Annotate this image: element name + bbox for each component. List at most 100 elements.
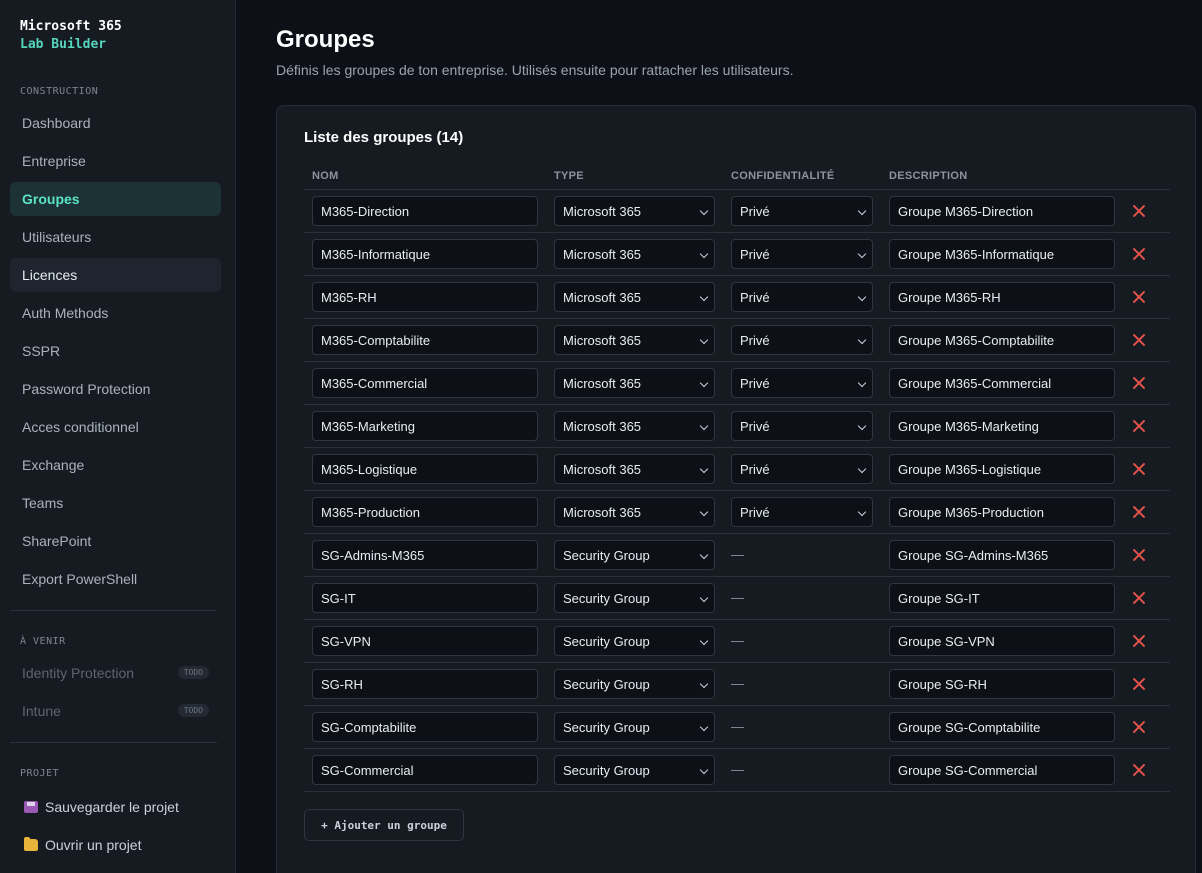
group-name-input[interactable]: SG-RH: [312, 669, 538, 699]
group-description-input[interactable]: Groupe SG-RH: [889, 669, 1115, 699]
group-type-select[interactable]: Security Group: [554, 540, 715, 570]
group-description-input[interactable]: Groupe M365-Marketing: [889, 411, 1115, 441]
group-privacy-value: Privé: [740, 246, 770, 262]
group-name-input[interactable]: M365-Comptabilite: [312, 325, 538, 355]
group-name-input[interactable]: M365-Informatique: [312, 239, 538, 269]
group-type-select[interactable]: Microsoft 365: [554, 368, 715, 398]
delete-group-icon[interactable]: [1131, 461, 1147, 477]
group-name-input[interactable]: SG-IT: [312, 583, 538, 613]
group-name-input[interactable]: M365-Direction: [312, 196, 538, 226]
sidebar-item-dashboard[interactable]: Dashboard: [10, 106, 221, 140]
group-type-select[interactable]: Microsoft 365: [554, 497, 715, 527]
group-type-select[interactable]: Microsoft 365: [554, 325, 715, 355]
group-privacy-select[interactable]: Privé: [731, 239, 873, 269]
save-project-label: Sauvegarder le projet: [45, 799, 179, 815]
column-header-privacy: CONFIDENTIALITÉ: [731, 170, 835, 182]
chevron-down-icon: [699, 550, 709, 560]
sidebar-item-utilisateurs[interactable]: Utilisateurs: [10, 220, 221, 254]
page-subtitle: Définis les groupes de ton entreprise. U…: [276, 62, 794, 78]
delete-group-icon[interactable]: [1131, 418, 1147, 434]
group-privacy-select[interactable]: Privé: [731, 325, 873, 355]
group-description-value: Groupe M365-RH: [898, 289, 1001, 305]
save-project-button[interactable]: Sauvegarder le projet: [10, 788, 221, 826]
group-name-input[interactable]: M365-Marketing: [312, 411, 538, 441]
sidebar-item-auth-methods[interactable]: Auth Methods: [10, 296, 221, 330]
group-name-input[interactable]: M365-Logistique: [312, 454, 538, 484]
group-privacy-select[interactable]: Privé: [731, 411, 873, 441]
group-type-value: Security Group: [563, 590, 650, 606]
delete-group-icon[interactable]: [1131, 676, 1147, 692]
group-description-input[interactable]: Groupe SG-Commercial: [889, 755, 1115, 785]
group-name-input[interactable]: M365-RH: [312, 282, 538, 312]
delete-group-icon[interactable]: [1131, 590, 1147, 606]
group-description-input[interactable]: Groupe SG-Admins-M365: [889, 540, 1115, 570]
group-type-select[interactable]: Microsoft 365: [554, 282, 715, 312]
group-description-input[interactable]: Groupe SG-Comptabilite: [889, 712, 1115, 742]
sidebar-item-teams[interactable]: Teams: [10, 486, 221, 520]
group-name-input[interactable]: SG-VPN: [312, 626, 538, 656]
chevron-down-icon: [857, 249, 867, 259]
group-description-input[interactable]: Groupe M365-Logistique: [889, 454, 1115, 484]
group-type-select[interactable]: Microsoft 365: [554, 411, 715, 441]
group-name-input[interactable]: SG-Admins-M365: [312, 540, 538, 570]
delete-group-icon[interactable]: [1131, 719, 1147, 735]
delete-group-icon[interactable]: [1131, 375, 1147, 391]
delete-group-icon[interactable]: [1131, 504, 1147, 520]
group-type-select[interactable]: Microsoft 365: [554, 239, 715, 269]
group-name-input[interactable]: SG-Comptabilite: [312, 712, 538, 742]
sidebar-item-groupes[interactable]: Groupes: [10, 182, 221, 216]
sidebar-item-label: Identity Protection: [22, 665, 135, 681]
group-name-input[interactable]: M365-Production: [312, 497, 538, 527]
add-group-button[interactable]: + Ajouter un groupe: [304, 809, 464, 841]
sidebar-item-password-protection[interactable]: Password Protection: [10, 372, 221, 406]
delete-group-icon[interactable]: [1131, 633, 1147, 649]
group-type-select[interactable]: Security Group: [554, 755, 715, 785]
group-type-select[interactable]: Security Group: [554, 626, 715, 656]
group-type-select[interactable]: Security Group: [554, 669, 715, 699]
delete-group-icon[interactable]: [1131, 332, 1147, 348]
group-description-input[interactable]: Groupe M365-RH: [889, 282, 1115, 312]
group-description-input[interactable]: Groupe M365-Comptabilite: [889, 325, 1115, 355]
group-name-input[interactable]: M365-Commercial: [312, 368, 538, 398]
group-type-value: Microsoft 365: [563, 418, 642, 434]
group-description-input[interactable]: Groupe SG-IT: [889, 583, 1115, 613]
group-privacy-select[interactable]: Privé: [731, 282, 873, 312]
delete-group-icon[interactable]: [1131, 203, 1147, 219]
group-privacy-select[interactable]: Privé: [731, 497, 873, 527]
group-description-value: Groupe M365-Marketing: [898, 418, 1039, 434]
open-project-button[interactable]: Ouvrir un projet: [10, 826, 221, 864]
group-description-input[interactable]: Groupe SG-VPN: [889, 626, 1115, 656]
open-project-label: Ouvrir un projet: [45, 837, 142, 853]
table-row: M365-Marketing Microsoft 365 Privé Groupe M…: [304, 405, 1170, 448]
group-privacy-select[interactable]: Privé: [731, 368, 873, 398]
sidebar-item-acces-conditionnel[interactable]: Acces conditionnel: [10, 410, 221, 444]
group-name-value: SG-IT: [321, 590, 356, 606]
group-privacy-select[interactable]: Privé: [731, 454, 873, 484]
group-description-input[interactable]: Groupe M365-Production: [889, 497, 1115, 527]
sidebar-item-exchange[interactable]: Exchange: [10, 448, 221, 482]
group-privacy-select[interactable]: Privé: [731, 196, 873, 226]
sidebar-item-export-powershell[interactable]: Export PowerShell: [10, 562, 221, 596]
sidebar-item-sspr[interactable]: SSPR: [10, 334, 221, 368]
sidebar-item-licences[interactable]: Licences: [10, 258, 221, 292]
sidebar-item-identity-protection: Identity Protection TODO: [10, 656, 221, 690]
delete-group-icon[interactable]: [1131, 246, 1147, 262]
group-description-value: Groupe M365-Direction: [898, 203, 1034, 219]
group-description-input[interactable]: Groupe M365-Commercial: [889, 368, 1115, 398]
group-name-input[interactable]: SG-Commercial: [312, 755, 538, 785]
table-row: M365-RH Microsoft 365 Privé Groupe M365-RH: [304, 276, 1170, 319]
column-header-type: TYPE: [554, 170, 584, 182]
sidebar-item-entreprise[interactable]: Entreprise: [10, 144, 221, 178]
group-type-select[interactable]: Security Group: [554, 712, 715, 742]
group-description-input[interactable]: Groupe M365-Informatique: [889, 239, 1115, 269]
group-type-select[interactable]: Microsoft 365: [554, 196, 715, 226]
group-type-select[interactable]: Security Group: [554, 583, 715, 613]
group-type-select[interactable]: Microsoft 365: [554, 454, 715, 484]
delete-group-icon[interactable]: [1131, 762, 1147, 778]
delete-group-icon[interactable]: [1131, 289, 1147, 305]
group-privacy-value: Privé: [740, 461, 770, 477]
delete-group-icon[interactable]: [1131, 547, 1147, 563]
group-description-input[interactable]: Groupe M365-Direction: [889, 196, 1115, 226]
sidebar-item-sharepoint[interactable]: SharePoint: [10, 524, 221, 558]
group-privacy-value: Privé: [740, 504, 770, 520]
